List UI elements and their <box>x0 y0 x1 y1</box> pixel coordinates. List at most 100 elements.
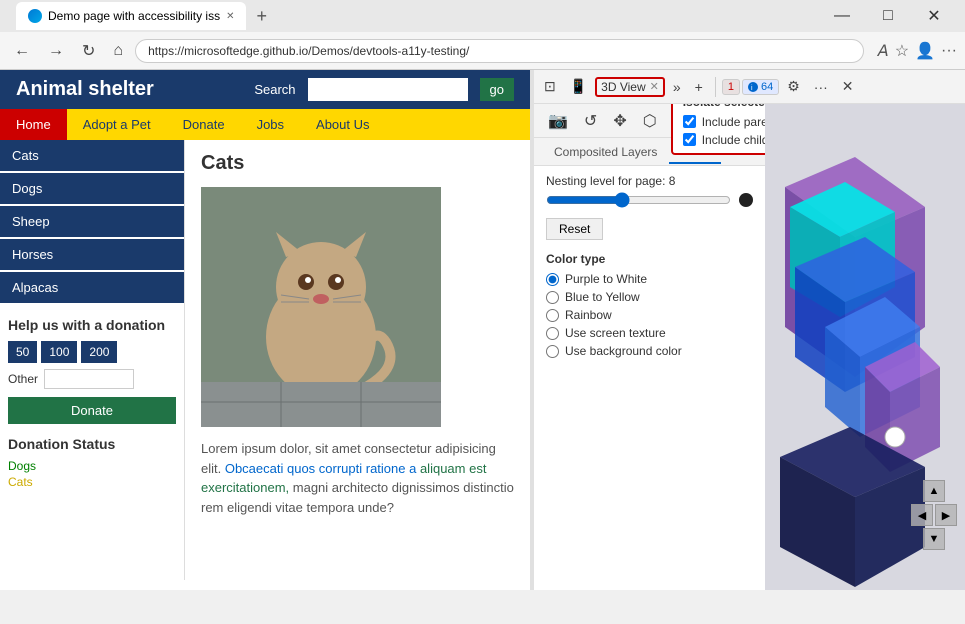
include-children-checkbox[interactable] <box>683 133 696 146</box>
devtools-left: 📷 ↺ ✥ ⬡ Isolate selected element Includ <box>534 104 765 590</box>
other-amount-input[interactable] <box>44 369 134 389</box>
3d-visualization-panel: ▲ ◀ ▶ ▼ <box>765 104 965 590</box>
amount-100[interactable]: 100 <box>41 341 77 363</box>
color-option-blue-yellow[interactable]: Blue to Yellow <box>546 290 753 304</box>
forward-button[interactable]: → <box>42 40 70 62</box>
nesting-value: 8 <box>669 174 676 188</box>
color-label-screen-texture: Use screen texture <box>565 326 666 340</box>
other-label: Other <box>8 372 38 386</box>
nav-adopt[interactable]: Adopt a Pet <box>67 109 167 140</box>
sidebar-item-sheep[interactable]: Sheep <box>0 206 184 237</box>
radio-bg-color[interactable] <box>546 345 559 358</box>
site-nav: Home Adopt a Pet Donate Jobs About Us <box>0 109 530 140</box>
dt-shape-icon[interactable]: ⬡ <box>637 107 663 135</box>
3d-nav-lr-row: ◀ ▶ <box>911 504 957 526</box>
body-text: Lorem ipsum dolor, sit amet consectetur … <box>201 439 514 517</box>
dt-new-panel-btn[interactable]: + <box>689 75 709 99</box>
devtools-content-area: Nesting level for page: 8 Reset Color ty… <box>534 166 765 590</box>
dt-settings-btn[interactable]: ⚙ <box>781 74 806 99</box>
nav-about[interactable]: About Us <box>300 109 385 140</box>
nav-donate[interactable]: Donate <box>167 109 241 140</box>
dt-reset-view-icon[interactable]: ↺ <box>578 107 603 135</box>
dt-device-icon[interactable]: 📱 <box>564 74 593 99</box>
donate-button[interactable]: Donate <box>8 397 176 424</box>
window-controls: — □ ✕ <box>819 0 957 32</box>
maximize-button[interactable]: □ <box>865 0 911 32</box>
browser-tab[interactable]: Demo page with accessibility iss ✕ <box>16 2 246 30</box>
site-body: Cats Dogs Sheep Horses Alpacas Help us w… <box>0 140 530 580</box>
profile-icon[interactable]: 👤 <box>915 41 935 61</box>
cat-image-svg <box>201 187 441 427</box>
page-heading: Cats <box>201 152 514 175</box>
color-option-bg-color[interactable]: Use background color <box>546 344 753 358</box>
donation-section: Help us with a donation 50 100 200 Other… <box>0 305 184 502</box>
search-input[interactable] <box>308 78 468 101</box>
main-layout: Animal shelter Search go Home Adopt a Pe… <box>0 70 965 590</box>
color-option-screen-texture[interactable]: Use screen texture <box>546 326 753 340</box>
3d-view-tab-label[interactable]: 3D View <box>601 80 645 94</box>
nav-icons: 𝘈 ☆ 👤 ··· <box>878 41 957 61</box>
devtools-inner: 📷 ↺ ✥ ⬡ Isolate selected element Includ <box>534 104 965 590</box>
dt-close-devtools-btn[interactable]: ✕ <box>836 74 860 99</box>
nav-jobs[interactable]: Jobs <box>241 109 300 140</box>
amount-50[interactable]: 50 <box>8 341 37 363</box>
sidebar-item-cats[interactable]: Cats <box>0 140 184 171</box>
nav-bar: ← → ↻ ⌂ https://microsoftedge.github.io/… <box>0 32 965 70</box>
3d-nav-right[interactable]: ▶ <box>935 504 957 526</box>
address-bar[interactable]: https://microsoftedge.github.io/Demos/de… <box>135 39 864 63</box>
color-option-rainbow[interactable]: Rainbow <box>546 308 753 322</box>
devtools-icons-row: 📷 ↺ ✥ ⬡ Isolate selected element Includ <box>534 104 765 138</box>
reload-button[interactable]: ↻ <box>76 39 101 63</box>
subtab-composited-layers[interactable]: Composited Layers <box>542 141 669 163</box>
site-main: Cats <box>185 140 530 580</box>
minimize-button[interactable]: — <box>819 0 865 32</box>
dt-more-tabs-btn[interactable]: » <box>667 75 687 99</box>
nesting-indicator <box>739 193 753 207</box>
3d-nav-left[interactable]: ◀ <box>911 504 933 526</box>
donation-status-title: Donation Status <box>8 436 176 452</box>
radio-screen-texture[interactable] <box>546 327 559 340</box>
devtools-toolbar: ⊡ 📱 3D View ✕ » + 1 i 64 ⚙ ··· ✕ <box>534 70 965 104</box>
new-tab-button[interactable]: + <box>250 6 273 27</box>
reset-button[interactable]: Reset <box>546 218 603 240</box>
tab-close-btn[interactable]: ✕ <box>226 11 234 22</box>
dt-camera-icon[interactable]: 📷 <box>542 107 574 135</box>
status-cats: Cats <box>8 474 176 490</box>
go-button[interactable]: go <box>480 78 514 101</box>
site-sidebar: Cats Dogs Sheep Horses Alpacas Help us w… <box>0 140 185 580</box>
search-label: Search <box>254 82 295 97</box>
status-dogs: Dogs <box>8 458 176 474</box>
browser-window: Demo page with accessibility iss ✕ + — □… <box>0 0 965 590</box>
nesting-slider[interactable] <box>546 192 731 208</box>
dt-separator1 <box>715 77 716 97</box>
3d-view-tab-close[interactable]: ✕ <box>650 80 659 93</box>
browser-menu-icon[interactable]: ··· <box>941 41 957 61</box>
favorites-icon[interactable]: ☆ <box>895 41 909 61</box>
back-button[interactable]: ← <box>8 40 36 62</box>
include-parents-checkbox[interactable] <box>683 115 696 128</box>
color-label-rainbow: Rainbow <box>565 308 612 322</box>
address-bar-url: https://microsoftedge.github.io/Demos/de… <box>148 44 469 58</box>
read-aloud-icon[interactable]: 𝘈 <box>878 41 889 61</box>
color-label-blue-yellow: Blue to Yellow <box>565 290 640 304</box>
dt-inspect-icon[interactable]: ⊡ <box>538 74 562 99</box>
sidebar-item-dogs[interactable]: Dogs <box>0 173 184 204</box>
radio-rainbow[interactable] <box>546 309 559 322</box>
home-button[interactable]: ⌂ <box>107 40 129 62</box>
3d-view-tab-container: 3D View ✕ <box>595 77 665 97</box>
close-button[interactable]: ✕ <box>911 0 957 32</box>
color-option-purple-white[interactable]: Purple to White <box>546 272 753 286</box>
radio-purple-white[interactable] <box>546 273 559 286</box>
nesting-label-text: Nesting level for page: <box>546 174 665 188</box>
dt-pan-icon[interactable]: ✥ <box>607 107 632 135</box>
3d-nav-down[interactable]: ▼ <box>923 528 945 550</box>
nav-home[interactable]: Home <box>0 109 67 140</box>
radio-blue-yellow[interactable] <box>546 291 559 304</box>
dt-more-options-btn[interactable]: ··· <box>808 75 834 99</box>
3d-slider-indicator <box>885 427 905 447</box>
3d-nav-controls: ▲ ◀ ▶ ▼ <box>911 480 957 550</box>
3d-nav-up[interactable]: ▲ <box>923 480 945 502</box>
sidebar-item-horses[interactable]: Horses <box>0 239 184 270</box>
amount-200[interactable]: 200 <box>81 341 117 363</box>
sidebar-item-alpacas[interactable]: Alpacas <box>0 272 184 303</box>
